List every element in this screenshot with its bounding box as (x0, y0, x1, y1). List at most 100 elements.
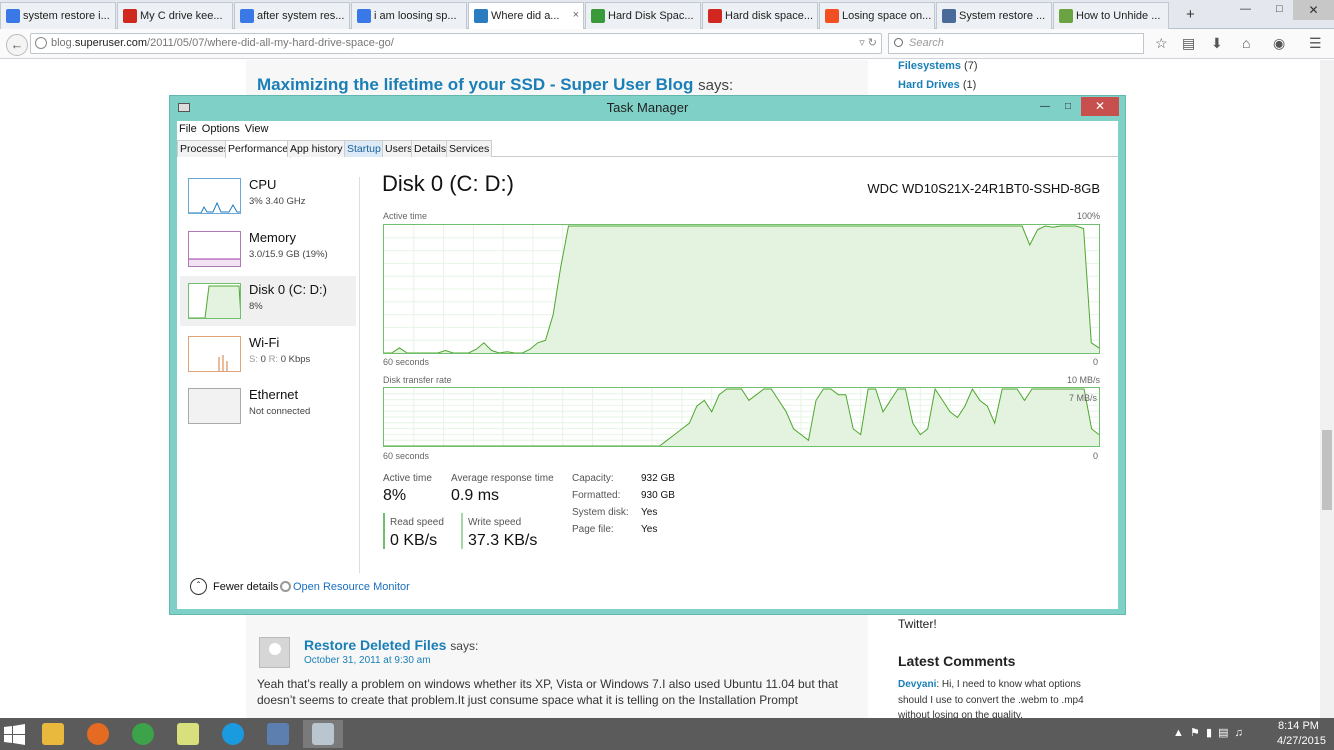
active-time-value: 8% (383, 487, 407, 504)
firefox-icon (87, 723, 109, 745)
post-title-link[interactable]: Maximizing the lifetime of your SSD - Su… (257, 75, 693, 94)
browser-tab[interactable]: My C drive kee... (117, 2, 233, 29)
sevenforums-icon (591, 9, 605, 23)
tab-performance[interactable]: Performance (225, 140, 292, 158)
download-icon[interactable]: ⬇ (1211, 35, 1223, 52)
page-scrollbar[interactable] (1320, 60, 1334, 718)
filesystems-link[interactable]: Filesystems (898, 60, 961, 72)
taskbar-app[interactable] (258, 720, 298, 748)
write-speed-bar (461, 513, 463, 549)
close-browser-icon[interactable]: ✕ (1293, 0, 1334, 20)
taskbar-app[interactable] (213, 720, 253, 748)
clock-date[interactable]: 4/27/2015 (1277, 735, 1326, 747)
menu-options[interactable]: Options (202, 123, 240, 135)
taskbar-app[interactable] (303, 720, 343, 748)
browser-tab[interactable]: Hard disk space... (702, 2, 818, 29)
panel-divider (359, 177, 360, 573)
chat-icon[interactable]: ◉ (1273, 35, 1285, 52)
home-icon[interactable]: ⌂ (1242, 35, 1250, 51)
graph2-label: Disk transfer rate (383, 375, 452, 385)
system-tray[interactable]: ▲ ⚑ ▮ ▤ ♫ (1173, 726, 1243, 739)
tab-startup[interactable]: Startup (344, 140, 384, 157)
search-input[interactable]: Search (888, 33, 1144, 54)
graph2-time-label: 60 seconds (383, 451, 430, 461)
read-speed-value: 0 KB/s (390, 532, 438, 549)
windows-start-icon[interactable] (4, 724, 25, 745)
resource-ethernet[interactable]: Ethernet Not connected (180, 385, 356, 435)
taskbar-app[interactable] (78, 720, 118, 748)
maximize-icon[interactable]: □ (1057, 98, 1079, 116)
browser-tab[interactable]: after system res... (234, 2, 350, 29)
capacity-value: 932 GB (641, 473, 675, 484)
page-file-label: Page file: (572, 524, 614, 535)
back-button[interactable]: ← (6, 34, 28, 56)
tab-app-history[interactable]: App history (287, 140, 346, 157)
bookmark-star-icon[interactable]: ☆ (1155, 35, 1168, 52)
sidebar-twitter[interactable]: Twitter! (898, 617, 937, 631)
resource-disk[interactable]: Disk 0 (C: D:) 8% (180, 276, 356, 326)
resource-cpu-sub: 3% 3.40 GHz (249, 196, 306, 207)
browser-tab[interactable]: i am loosing sp... (351, 2, 467, 29)
comment-author-link[interactable]: Restore Deleted Files (304, 637, 446, 653)
cpu-thumb-graph (189, 201, 240, 213)
latest-comments-heading: Latest Comments (898, 653, 1016, 669)
globe-icon (35, 37, 47, 49)
browser-tab-label: Hard disk space... (725, 10, 814, 22)
menu-file[interactable]: File (179, 123, 197, 135)
tab-processes[interactable]: Processes (177, 140, 233, 157)
browser-tab-label: My C drive kee... (140, 10, 223, 22)
resource-memory[interactable]: Memory 3.0/15.9 GB (19%) (180, 228, 356, 278)
maximize-browser-icon[interactable]: □ (1276, 3, 1283, 15)
tab-services[interactable]: Services (446, 140, 493, 157)
comment-author: Restore Deleted Files says: (304, 637, 478, 653)
close-icon[interactable]: ✕ (1081, 97, 1119, 116)
clock-time[interactable]: 8:14 PM (1278, 720, 1319, 732)
browser-tab[interactable]: System restore ... (936, 2, 1052, 29)
open-resource-monitor-link[interactable]: Open Resource Monitor (293, 581, 410, 593)
minimize-icon[interactable]: — (1034, 98, 1056, 116)
resource-disk-name: Disk 0 (C: D:) (249, 282, 327, 297)
browser-tab[interactable]: system restore i... (0, 2, 116, 29)
search-icon (894, 38, 903, 47)
ethernet-thumbnail (188, 388, 241, 424)
transfer-rate-graph: 7 MB/s (383, 387, 1100, 447)
menu-icon[interactable]: ☰ (1309, 35, 1322, 52)
menu-view[interactable]: View (245, 123, 269, 135)
reading-list-icon[interactable]: ▤ (1182, 35, 1195, 52)
task-manager-icon (312, 723, 334, 745)
taskbar-app[interactable] (168, 720, 208, 748)
minimize-browser-icon[interactable]: — (1240, 3, 1251, 15)
browser-tab-label: System restore ... (959, 10, 1046, 22)
resource-wifi[interactable]: Wi-Fi S: 0 R: 0 Kbps (180, 333, 356, 383)
hard-drives-link[interactable]: Hard Drives (898, 79, 960, 91)
browser-tab[interactable]: Where did a... × (468, 2, 584, 30)
microsoft-icon (825, 9, 839, 23)
address-bar[interactable]: blog.superuser.com/2011/05/07/where-did-… (30, 33, 882, 54)
wifi-send-label: S: (249, 354, 258, 365)
browser-tab-label: i am loosing sp... (374, 10, 457, 22)
tab-close-icon[interactable]: × (573, 9, 579, 21)
comment-text: Yeah that’s really a problem on windows … (257, 677, 839, 707)
skype-icon (222, 723, 244, 745)
hard-drives-count: (1) (962, 79, 977, 91)
comment-date[interactable]: October 31, 2011 at 9:30 am (304, 655, 431, 666)
browser-tab[interactable]: Losing space on... (819, 2, 935, 29)
taskbar-app[interactable] (33, 720, 73, 748)
resource-cpu[interactable]: CPU 3% 3.40 GHz (180, 175, 356, 225)
browser-nav-bar: ← blog.superuser.com/2011/05/07/where-di… (0, 29, 1334, 59)
task-manager-tabs: Processes Performance App history Startu… (177, 139, 1118, 158)
active-time-graph (383, 224, 1100, 354)
wifi-thumbnail (188, 336, 241, 372)
page-scrollbar-thumb[interactable] (1322, 430, 1332, 510)
tab-details[interactable]: Details (411, 140, 450, 157)
latest-comment-author[interactable]: Devyani (898, 679, 936, 690)
browser-tab[interactable]: How to Unhide ... (1053, 2, 1169, 29)
taskbar-app[interactable] (123, 720, 163, 748)
new-tab-button[interactable]: + (1186, 6, 1195, 23)
sticky-notes-icon (177, 723, 199, 745)
resource-memory-name: Memory (249, 230, 296, 245)
fewer-details-label: Fewer details (213, 581, 279, 593)
avg-response-value: 0.9 ms (451, 487, 500, 504)
reload-icon[interactable]: ▿ ↻ (859, 36, 877, 49)
browser-tab[interactable]: Hard Disk Spac... (585, 2, 701, 29)
